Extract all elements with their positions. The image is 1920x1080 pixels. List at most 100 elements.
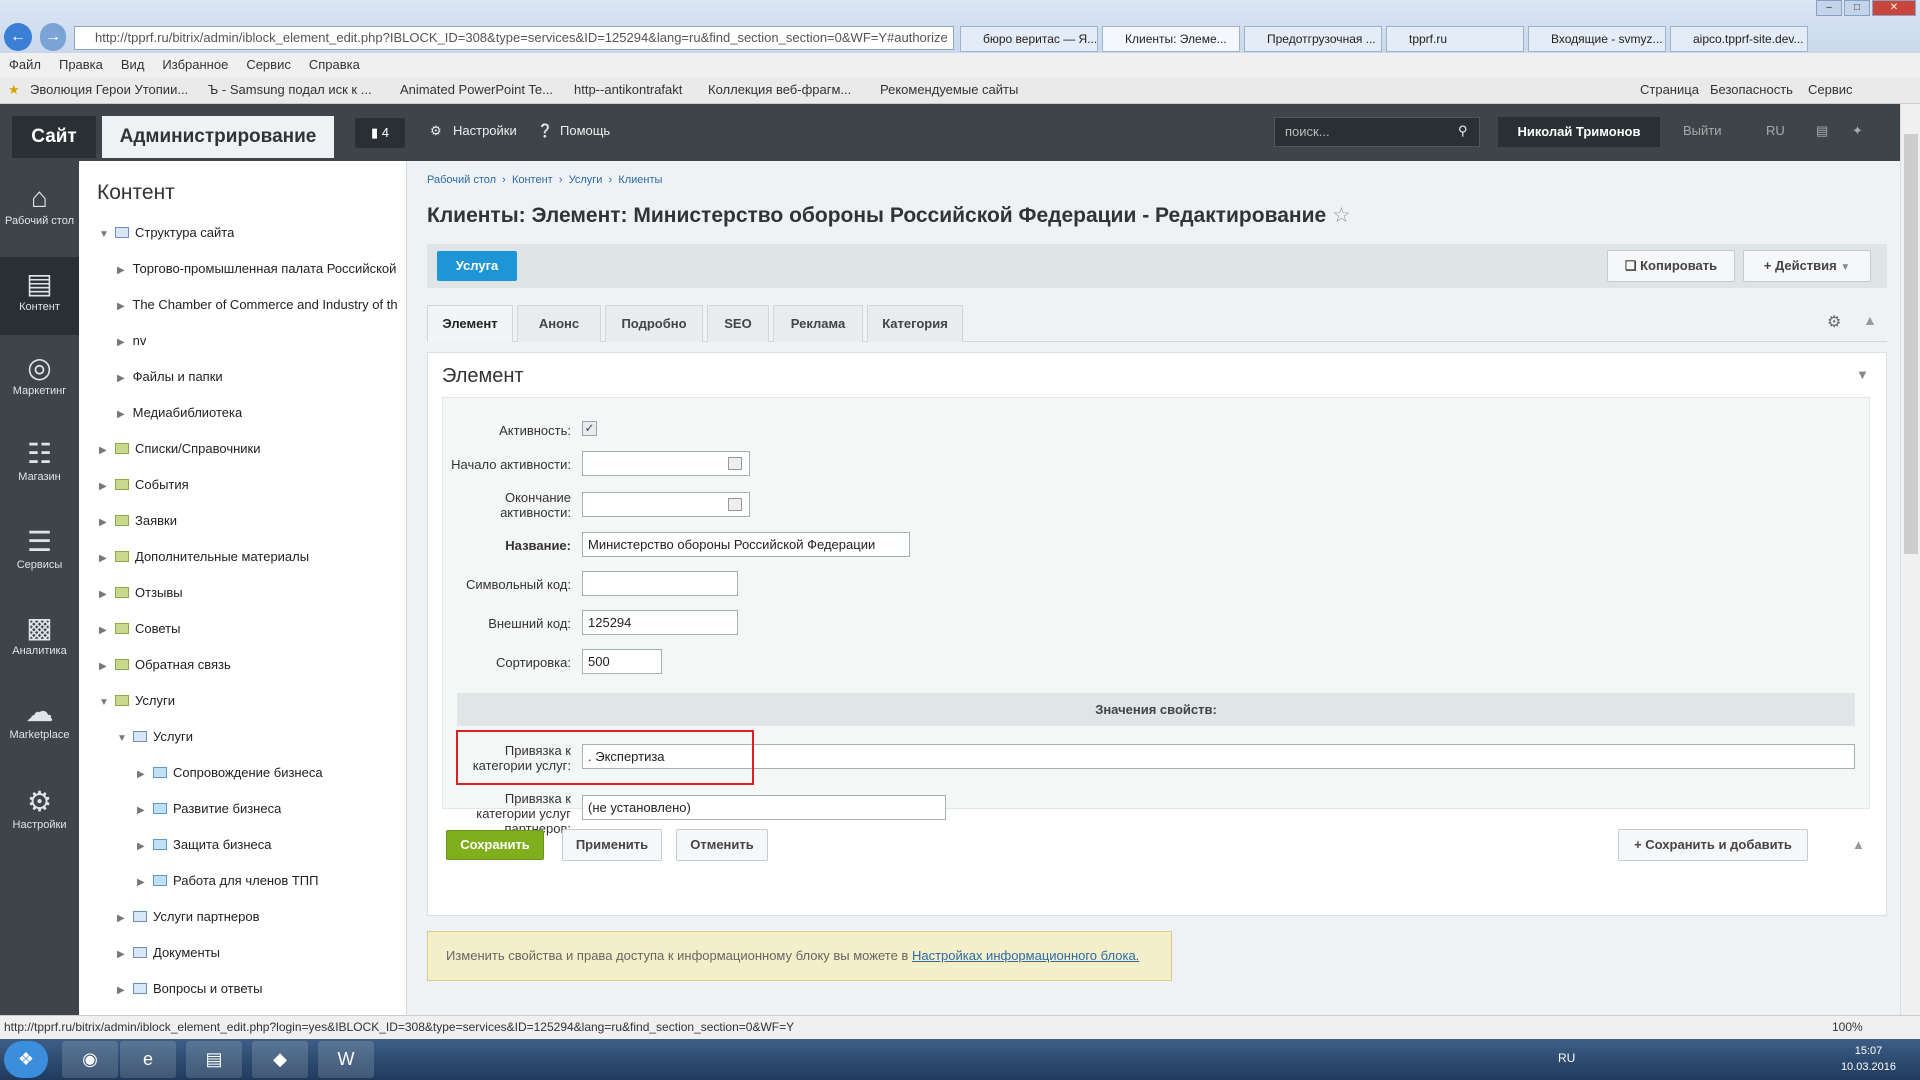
breadcrumb-item[interactable]: Рабочий стол	[427, 174, 496, 186]
minimize-icon[interactable]: –	[1816, 0, 1842, 16]
pin-icon[interactable]: ▲	[1863, 312, 1877, 328]
save-and-add-button[interactable]: + Сохранить и добавить	[1618, 829, 1808, 861]
tree-item[interactable]: ▶ Вопросы и ответы	[117, 981, 262, 996]
tools-menu[interactable]: Сервис	[1808, 82, 1853, 97]
tree-item[interactable]: ▶ Отзывы	[99, 585, 183, 600]
code-input[interactable]	[582, 571, 738, 596]
apply-button[interactable]: Применить	[562, 829, 662, 861]
tab-element[interactable]: Элемент	[427, 305, 513, 342]
explorer-icon[interactable]: ▤	[186, 1041, 242, 1078]
tree-item[interactable]: ▶ Списки/Справочники	[99, 441, 261, 456]
menu-file[interactable]: Файл	[0, 53, 50, 76]
tab-category[interactable]: Категория	[867, 305, 963, 342]
save-button[interactable]: Сохранить	[446, 830, 544, 860]
tree-item[interactable]: ▶ Торгово-промышленная палата Российской	[117, 261, 405, 276]
cancel-button[interactable]: Отменить	[676, 829, 768, 861]
tree-item[interactable]: ▶ Документы	[117, 945, 220, 960]
menu-analytics[interactable]: ▩ Аналитика	[0, 603, 79, 681]
star-icon[interactable]: ★	[8, 82, 20, 98]
favorite-link[interactable]: Рекомендуемые сайты	[880, 82, 1018, 97]
tab-seo[interactable]: SEO	[707, 305, 769, 342]
browser-tab[interactable]: Входящие - svmyz...	[1528, 26, 1666, 52]
settings-link[interactable]: Настройки	[453, 123, 517, 138]
language-indicator[interactable]: RU	[1558, 1051, 1575, 1065]
tree-item[interactable]: ▶ События	[99, 477, 189, 492]
ie-icon[interactable]: e	[120, 1041, 176, 1078]
name-input[interactable]: Министерство обороны Российской Федераци…	[582, 532, 910, 557]
scrollbar[interactable]	[1900, 104, 1920, 1015]
browser-tab[interactable]: aipco.tpprf-site.dev...	[1670, 26, 1808, 52]
browser-tab[interactable]: бюро веритас — Я...	[960, 26, 1098, 52]
clock[interactable]: 15:07 10.03.2016	[1841, 1043, 1896, 1075]
menu-services[interactable]: ☰ Сервисы	[0, 517, 79, 595]
menu-view[interactable]: Вид	[112, 53, 154, 76]
tree-item[interactable]: ▶ Дополнительные материалы	[99, 549, 309, 564]
menu-settings[interactable]: ⚙ Настройки	[0, 777, 79, 855]
tree-item[interactable]: ▶ Заявки	[99, 513, 177, 528]
tree-item[interactable]: ▶ Медиабиблиотека	[117, 405, 242, 420]
iblock-settings-link[interactable]: Настройках информационного блока.	[912, 948, 1139, 963]
menu-tools[interactable]: Сервис	[237, 53, 300, 76]
admin-tab[interactable]: Администрирование	[102, 116, 334, 158]
tree-item[interactable]: ▶ Сопровождение бизнеса	[137, 765, 323, 780]
browser-tab[interactable]: Предотгрузочная ...	[1244, 26, 1382, 52]
gear-icon[interactable]: ⚙	[1827, 312, 1841, 332]
tree-item[interactable]: ▼ Услуги	[99, 693, 175, 708]
tab-details[interactable]: Подробно	[605, 305, 703, 342]
browser-tab[interactable]: tpprf.ru	[1386, 26, 1524, 52]
address-bar[interactable]: http://tpprf.ru/bitrix/admin/iblock_elem…	[74, 26, 954, 50]
site-tab[interactable]: Сайт	[12, 116, 96, 158]
menu-desktop[interactable]: ⌂ Рабочий стол	[0, 173, 79, 251]
tree-item[interactable]: ▶ Советы	[99, 621, 180, 636]
actions-button[interactable]: + Действия ▼	[1743, 250, 1871, 282]
tree-item[interactable]: ▶ Защита бизнеса	[137, 837, 272, 852]
menu-help[interactable]: Справка	[300, 53, 369, 76]
tree-item[interactable]: ▶ The Chamber of Commerce and Industry o…	[117, 297, 405, 312]
window-icon[interactable]: ▤	[1816, 123, 1828, 139]
start-date-input[interactable]	[582, 451, 750, 476]
page-menu[interactable]: Страница	[1640, 82, 1699, 97]
menu-marketplace[interactable]: ☁ Marketplace	[0, 687, 79, 765]
tab-advertising[interactable]: Реклама	[773, 305, 863, 342]
chrome-icon[interactable]: ◉	[62, 1041, 118, 1078]
breadcrumb-item[interactable]: Контент	[512, 174, 553, 186]
partner-category-input[interactable]: (не установлено)	[582, 795, 946, 820]
language-select[interactable]: RU	[1766, 123, 1785, 138]
favorite-link[interactable]: Эволюция Герои Утопии...	[30, 82, 188, 97]
favorite-link[interactable]: Ъ - Samsung подал иск к ...	[208, 82, 372, 97]
menu-content[interactable]: ▤ Контент	[0, 257, 79, 335]
favorite-link[interactable]: Коллекция веб-фрагм...	[708, 82, 851, 97]
tree-item[interactable]: ▶ Услуги партнеров	[117, 909, 260, 924]
usluga-button[interactable]: Услуга	[437, 251, 517, 281]
favorite-link[interactable]: Animated PowerPoint Te...	[400, 82, 553, 97]
tree-item[interactable]: ▼ Структура сайта	[99, 225, 234, 240]
tree-item[interactable]: ▶ Файлы и папки	[117, 369, 223, 384]
word-icon[interactable]: W	[318, 1041, 374, 1078]
category-input[interactable]: . Экспертиза	[582, 744, 1855, 769]
scroll-thumb[interactable]	[1904, 134, 1918, 554]
sort-input[interactable]: 500	[582, 649, 662, 674]
breadcrumb-item[interactable]: Клиенты	[618, 174, 662, 186]
search-input[interactable]: поиск...	[1274, 117, 1480, 147]
tree-item[interactable]: ▼ Услуги	[117, 729, 193, 744]
menu-edit[interactable]: Правка	[50, 53, 112, 76]
notifications-button[interactable]: ▮ 4	[355, 118, 405, 148]
collapse-icon[interactable]: ▼	[1856, 367, 1869, 382]
close-icon[interactable]: ✕	[1872, 0, 1916, 16]
menu-shop[interactable]: ☷ Магазин	[0, 429, 79, 507]
back-icon[interactable]: ←	[4, 23, 32, 51]
app-icon[interactable]: ◆	[252, 1041, 308, 1078]
logout-link[interactable]: Выйти	[1683, 123, 1722, 138]
active-checkbox[interactable]: ✓	[582, 421, 597, 436]
tree-item[interactable]: ▶ Работа для членов ТПП	[137, 873, 318, 888]
tab-anons[interactable]: Анонс	[517, 305, 601, 342]
user-button[interactable]: Николай Тримонов	[1498, 117, 1660, 147]
end-date-input[interactable]	[582, 492, 750, 517]
copy-button[interactable]: ❏ Копировать	[1607, 250, 1735, 282]
zoom-level[interactable]: 100%	[1832, 1016, 1863, 1038]
xml-id-input[interactable]: 125294	[582, 610, 738, 635]
tree-item[interactable]: ▶ nv	[117, 333, 146, 348]
favorite-link[interactable]: http--antikontrafakt	[574, 82, 682, 97]
start-button[interactable]: ❖	[4, 1041, 48, 1078]
help-link[interactable]: Помощь	[560, 123, 610, 138]
